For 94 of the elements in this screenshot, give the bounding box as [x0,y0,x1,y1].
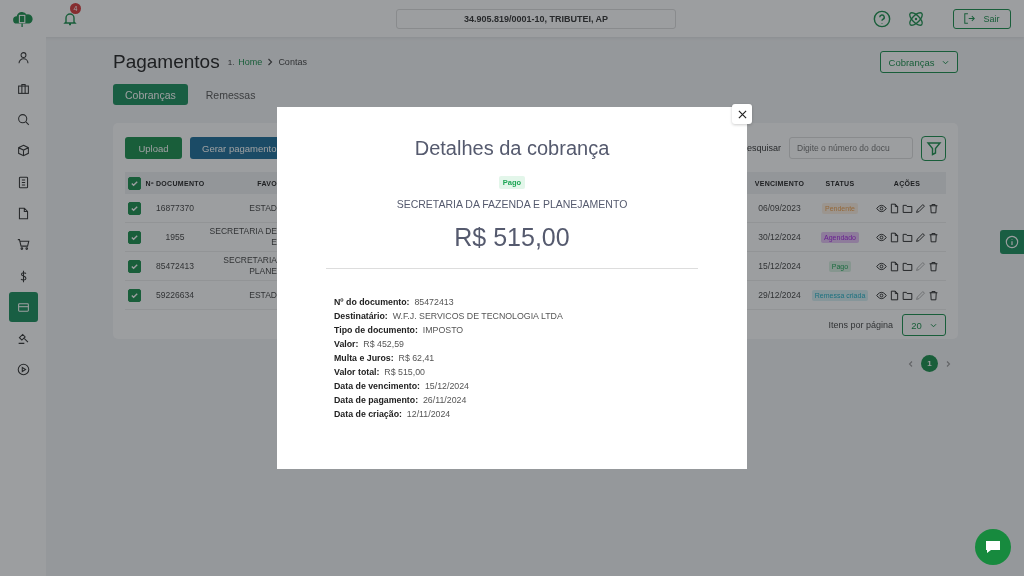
trash-icon[interactable] [927,202,939,214]
row-checkbox[interactable] [128,230,141,244]
table-cell: ESTAD [249,289,277,301]
info-button[interactable] [1000,230,1024,254]
row-checkbox[interactable] [128,259,141,273]
table-cell: ESTAD [249,202,277,214]
chevron-down-icon [942,59,950,65]
type-dropdown[interactable]: Cobranças [880,51,958,73]
tab[interactable]: Cobranças [113,84,188,105]
chevron-down-icon [929,322,937,328]
card-icon [16,300,30,314]
user-icon [16,50,30,64]
check-icon [130,232,139,242]
check-icon [130,290,139,300]
folder-icon[interactable] [901,202,913,214]
cart-icon [16,238,30,252]
row-checkbox[interactable] [128,201,141,215]
eye-icon[interactable] [875,231,887,243]
clipboard-icon [16,175,30,189]
detail-line: Data de pagamento: 26/11/2024 [334,395,468,406]
box-icon [16,144,30,158]
logout-button[interactable]: Sair [953,8,1011,29]
file-icon[interactable] [888,260,900,272]
close-icon [737,109,747,119]
items-per-page-label: Itens por página [828,320,893,330]
file-icon[interactable] [888,289,900,301]
search-icon [16,113,30,127]
check-icon [130,178,139,188]
logo-icon [12,9,34,28]
table-cell-text: 06/09/2023 [757,203,802,213]
select-all-checkbox[interactable] [128,176,141,190]
detail-line: Data de criação: 12/11/2024 [334,409,452,420]
page-button[interactable]: 1 [921,355,938,372]
help-icon[interactable] [873,9,891,28]
file-icon [16,207,30,220]
detail-line: Nº do documento: 85472413 [334,297,455,308]
breadcrumb-link[interactable]: Contas [278,57,307,67]
detail-line: Multa e Juros: R$ 62,41 [334,353,436,364]
detail-line: Data de vencimento: 15/12/2024 [334,381,470,392]
table-cell-text: 30/12/2024 [757,232,802,242]
atom-icon[interactable] [907,9,925,28]
filter-icon [925,140,942,156]
table-cell-text: 16877370 [155,203,195,213]
file-icon[interactable] [888,231,900,243]
payee-name: SECRETARIA DA FAZENDA E PLANEJAMENTO [396,198,628,210]
detail-line: Tipo de documento: IMPOSTO [334,325,465,336]
tab[interactable]: Remessas [193,84,268,105]
check-icon [130,203,139,213]
breadcrumb-number: 1. [227,57,235,67]
folder-icon[interactable] [901,289,913,301]
trash-icon[interactable] [927,260,939,272]
table-cell-text: 85472413 [155,261,195,271]
eye-icon[interactable] [875,202,887,214]
row-checkbox[interactable] [128,288,141,302]
dialog-title: Detalhes da cobrança [414,137,610,160]
folder-icon[interactable] [901,260,913,272]
detail-line: Valor: R$ 452,59 [334,339,405,350]
close-button[interactable] [732,104,752,124]
briefcase-icon [16,81,30,95]
table-cell-text: 15/12/2024 [757,261,802,271]
chat-button[interactable] [975,529,1011,565]
detail-line: Valor total: R$ 515,00 [334,367,426,378]
amount-text: R$ 515,00 [454,223,570,252]
table-cell: SECRETARIA [223,255,277,266]
sidebar-item[interactable] [8,292,38,323]
table-cell-text: SECRETARIA DE E [208,226,277,248]
eye-icon[interactable] [875,289,887,301]
pencil-icon[interactable] [914,231,926,243]
upload-button[interactable]: Upload [125,137,182,159]
table-cell-text: 29/12/2024 [757,290,802,300]
items-per-page-select[interactable]: 20 [902,314,946,336]
search-label: esquisar [746,143,781,153]
filter-button[interactable] [921,135,946,161]
check-icon [130,261,139,271]
file-icon[interactable] [888,202,900,214]
pencil-icon[interactable] [914,202,926,214]
table-cell-text: 1955 [164,232,186,242]
breadcrumb-link[interactable]: Home [238,57,263,67]
search-field[interactable]: Digite o número do docu [789,137,913,159]
company-selector[interactable]: 34.905.819/0001-10, TRIBUTEI, AP [396,8,676,29]
logout-icon [964,13,976,24]
info-icon [1005,235,1019,249]
detail-line: Destinatário: W.F.J. SERVICOS DE TECNOLOGIA LTDA [334,311,563,322]
eye-icon[interactable] [875,260,887,272]
chevron-right-icon [267,58,274,66]
trash-icon[interactable] [927,231,939,243]
folder-icon[interactable] [901,231,913,243]
play-icon [16,363,30,377]
table-cell: PLANE [249,266,277,277]
bell-icon[interactable] [62,10,78,27]
gavel-icon [16,332,30,346]
trash-icon[interactable] [927,289,939,301]
table-cell-text: 59226634 [155,290,195,300]
page-title: Pagamentos [113,51,220,73]
